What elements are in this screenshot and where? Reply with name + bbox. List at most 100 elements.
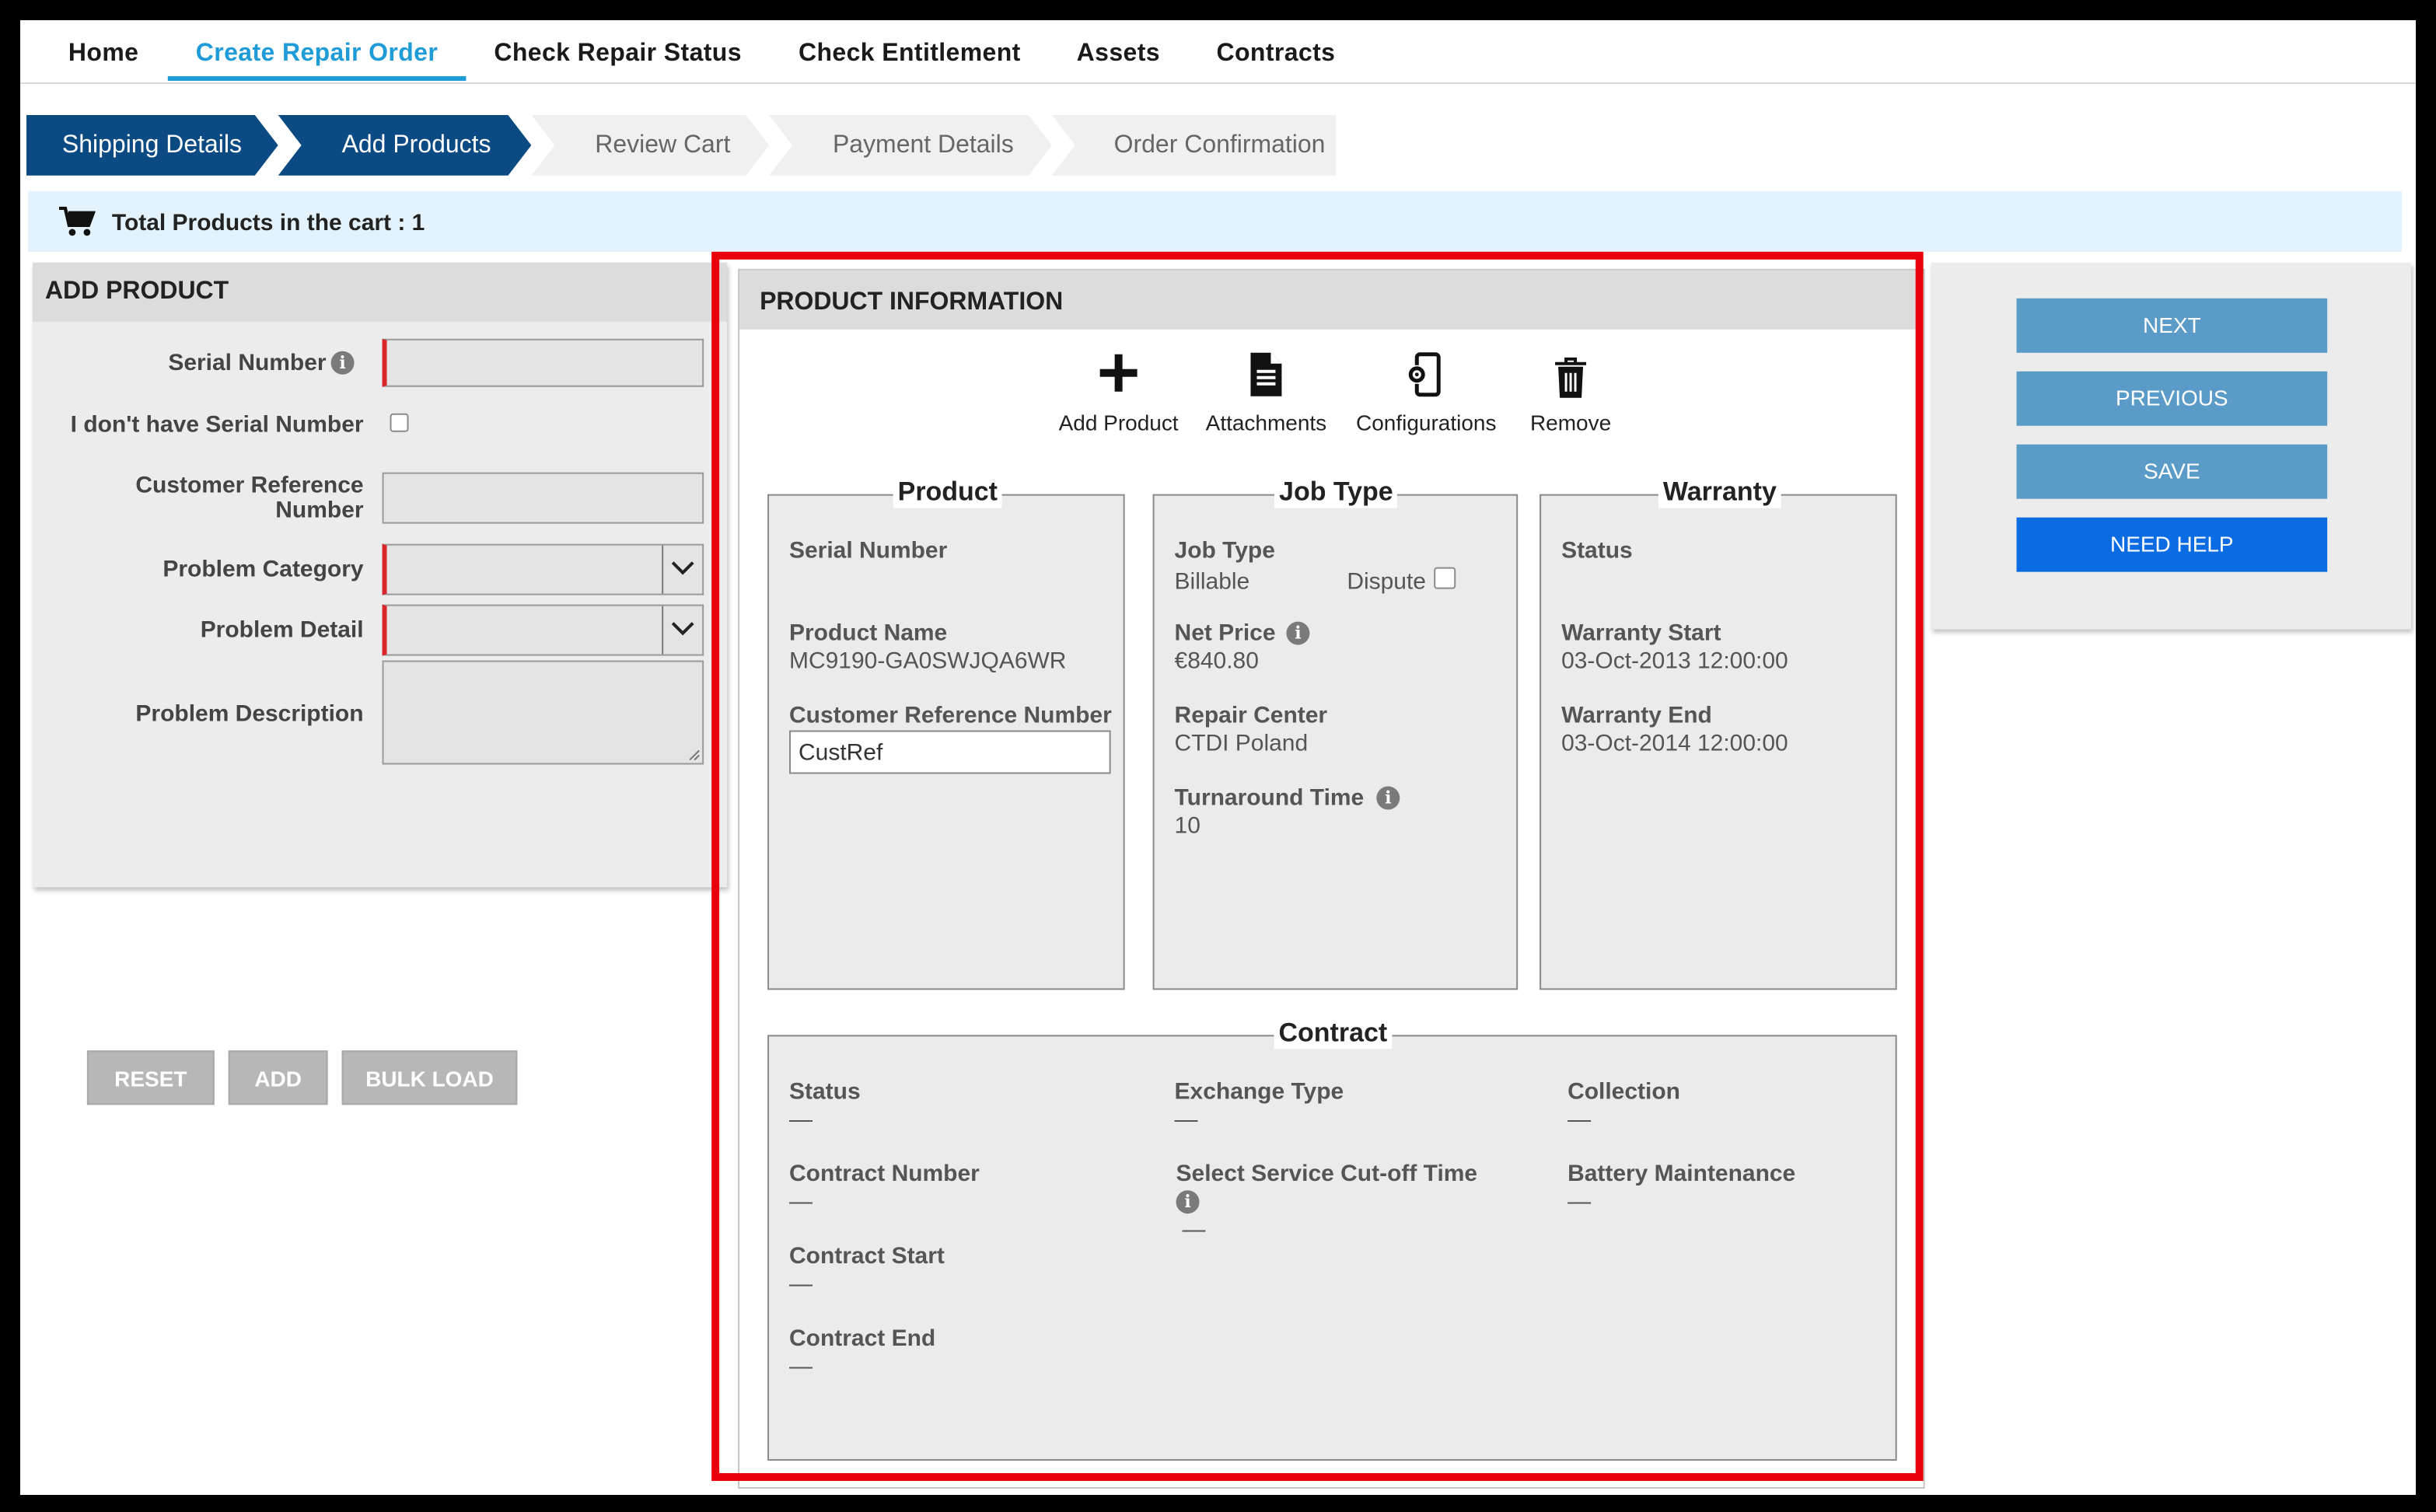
warranty-start-value: 03-Oct-2013 12:00:00 [1561,648,1788,675]
step-order-confirmation[interactable]: Order Confirmation [1051,114,1337,176]
add-product-tool[interactable]: Add Product [1041,351,1197,445]
remove-tool[interactable]: Remove [1508,351,1633,445]
serial-number-input[interactable] [382,338,704,387]
contract-legend: Contract [1274,1018,1393,1049]
exchange-type-value: — [1174,1106,1198,1133]
step-label: Review Cart [595,131,731,159]
nav-check-entitlement[interactable]: Check Entitlement [799,40,1021,68]
step-label: Add Products [341,131,491,159]
step-payment-details[interactable]: Payment Details [769,114,1052,176]
cart-summary-bar: Total Products in the cart : 1 [27,190,2403,252]
shopping-cart-icon [58,206,96,236]
bulk-load-button[interactable]: BULK LOAD [341,1050,518,1105]
need-help-button[interactable]: NEED HELP [2016,517,2328,572]
warranty-end-label: Warranty End [1561,702,1712,729]
step-shipping-details[interactable]: Shipping Details [26,114,278,176]
customer-reference-text[interactable] [791,732,1110,773]
add-button[interactable]: ADD [228,1050,328,1105]
customer-reference-input[interactable] [382,472,704,524]
no-serial-checkbox[interactable] [390,413,409,432]
attachments-tool-label: Attachments [1205,410,1327,435]
reset-button[interactable]: RESET [86,1050,215,1105]
nav-contracts[interactable]: Contracts [1217,40,1336,68]
serial-number-label: Serial Number [168,349,327,376]
net-price-value: €840.80 [1174,648,1259,675]
customer-reference-text[interactable] [383,473,703,522]
add-product-header: ADD PRODUCT [32,262,728,322]
contract-start-value: — [789,1271,813,1298]
product-information-header: PRODUCT INFORMATION [739,270,1924,330]
battery-maintenance-label: Battery Maintenance [1567,1161,1796,1188]
serial-number-label: Serial Number [789,537,948,564]
serial-number-text[interactable] [386,340,703,386]
job-type-value: Billable [1174,568,1250,595]
battery-maintenance-value: — [1567,1189,1592,1216]
contract-number-value: — [789,1189,813,1216]
warranty-fieldset: Warranty Status Warranty Start 03-Oct-20… [1540,477,1897,990]
warranty-legend: Warranty [1658,477,1781,508]
job-type-legend: Job Type [1274,477,1398,508]
dropdown-toggle[interactable] [662,545,702,594]
product-information-panel: PRODUCT INFORMATION Add Product Attachme… [738,268,1925,1489]
info-icon[interactable]: i [1376,786,1400,810]
info-icon[interactable]: i [1286,621,1310,645]
cart-count-text: Total Products in the cart : 1 [111,209,425,236]
job-type-fieldset: Job Type Job Type Billable Dispute Net P… [1152,477,1519,990]
save-button[interactable]: SAVE [2016,444,2328,499]
dispute-label: Dispute [1347,568,1426,595]
nav-check-repair-status[interactable]: Check Repair Status [494,40,742,68]
attachments-tool[interactable]: Attachments [1189,351,1344,445]
contract-end-value: — [789,1353,813,1381]
warranty-status-label: Status [1561,537,1633,564]
turnaround-time-label: Turnaround Time [1174,784,1365,812]
problem-detail-select[interactable] [382,604,704,656]
problem-category-label: Problem Category [163,556,364,583]
problem-description-textarea[interactable] [382,660,704,765]
product-name-label: Product Name [789,620,948,647]
problem-description-label: Problem Description [135,700,364,728]
turnaround-time-value: 10 [1174,812,1201,840]
dropdown-toggle[interactable] [662,606,702,655]
chevron-down-icon [671,561,694,575]
plus-icon [1099,354,1138,392]
info-icon[interactable]: i [1176,1190,1200,1214]
customer-reference-label-line2: Number [275,497,364,524]
product-fieldset: Product Serial Number Product Name MC919… [767,477,1125,990]
previous-button[interactable]: PREVIOUS [2016,371,2328,426]
add-product-panel: ADD PRODUCT Serial Number i I don't have… [32,262,728,1105]
trash-icon [1555,357,1587,398]
nav-create-repair-order[interactable]: Create Repair Order [196,40,438,68]
product-information-title: PRODUCT INFORMATION [760,288,1064,316]
service-cutoff-label: Select Service Cut-off Time [1176,1161,1478,1188]
nav-divider [19,82,2417,84]
document-icon [1250,352,1282,396]
customer-reference-input[interactable] [789,730,1111,774]
step-review-cart[interactable]: Review Cart [531,114,770,176]
service-cutoff-value: — [1182,1217,1206,1244]
repair-center-label: Repair Center [1174,702,1328,729]
resize-handle-icon[interactable] [687,748,701,762]
contract-start-label: Contract Start [789,1243,945,1270]
dispute-checkbox[interactable] [1434,567,1456,589]
product-name-value: MC9190-GA0SWJQA6WR [789,648,1067,675]
active-nav-underline [167,75,467,81]
screenshot-frame: Home Create Repair Order Check Repair St… [0,0,2436,1512]
exchange-type-label: Exchange Type [1174,1078,1344,1105]
problem-detail-label: Problem Detail [200,616,364,644]
nav-assets[interactable]: Assets [1077,40,1160,68]
device-settings-icon [1407,352,1441,397]
collection-value: — [1567,1106,1592,1133]
warranty-end-value: 03-Oct-2014 12:00:00 [1561,730,1788,757]
info-icon[interactable]: i [330,351,355,375]
next-button[interactable]: NEXT [2016,298,2328,353]
step-add-products[interactable]: Add Products [278,114,532,176]
remove-tool-label: Remove [1529,410,1612,435]
configurations-tool[interactable]: Configurations [1339,351,1513,445]
add-product-tool-label: Add Product [1058,410,1179,435]
problem-category-select[interactable] [382,543,704,595]
contract-status-label: Status [789,1078,861,1105]
warranty-start-label: Warranty Start [1561,620,1721,647]
nav-home[interactable]: Home [68,40,138,68]
customer-reference-label-line1: Customer Reference [135,472,364,499]
collection-label: Collection [1567,1078,1680,1105]
